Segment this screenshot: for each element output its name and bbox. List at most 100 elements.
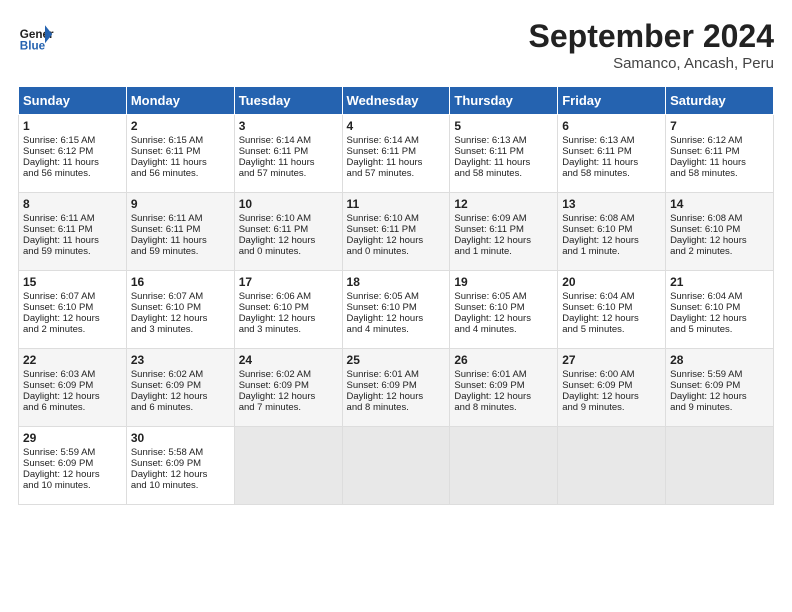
day-number: 2 (131, 119, 230, 133)
day-info: Daylight: 12 hours (23, 469, 122, 480)
day-info: Sunset: 6:11 PM (670, 146, 769, 157)
day-number: 25 (347, 353, 446, 367)
day-info: Daylight: 12 hours (347, 313, 446, 324)
table-cell: 16Sunrise: 6:07 AMSunset: 6:10 PMDayligh… (126, 271, 234, 349)
table-cell: 2Sunrise: 6:15 AMSunset: 6:11 PMDaylight… (126, 115, 234, 193)
day-info: Daylight: 12 hours (23, 313, 122, 324)
day-info: Daylight: 12 hours (23, 391, 122, 402)
day-info: and 59 minutes. (23, 246, 122, 257)
day-info: Daylight: 12 hours (562, 391, 661, 402)
day-info: Sunrise: 6:00 AM (562, 369, 661, 380)
table-cell (234, 427, 342, 505)
day-info: Sunset: 6:10 PM (239, 302, 338, 313)
month-title: September 2024 (529, 18, 774, 55)
day-number: 20 (562, 275, 661, 289)
day-info: Daylight: 11 hours (562, 157, 661, 168)
day-info: Sunrise: 6:08 AM (562, 213, 661, 224)
page: General Blue September 2024 Samanco, Anc… (0, 0, 792, 612)
day-info: and 6 minutes. (131, 402, 230, 413)
day-info: Sunrise: 6:02 AM (239, 369, 338, 380)
day-number: 28 (670, 353, 769, 367)
table-cell: 7Sunrise: 6:12 AMSunset: 6:11 PMDaylight… (666, 115, 774, 193)
day-info: Sunset: 6:11 PM (131, 146, 230, 157)
day-info: Sunrise: 6:04 AM (670, 291, 769, 302)
day-info: and 10 minutes. (131, 480, 230, 491)
day-info: Sunrise: 5:59 AM (670, 369, 769, 380)
col-friday: Friday (558, 87, 666, 115)
day-info: Sunset: 6:09 PM (23, 458, 122, 469)
day-info: and 0 minutes. (239, 246, 338, 257)
day-info: and 5 minutes. (562, 324, 661, 335)
day-info: Sunset: 6:11 PM (347, 224, 446, 235)
day-info: Sunset: 6:09 PM (131, 380, 230, 391)
day-info: Sunset: 6:10 PM (670, 224, 769, 235)
table-cell: 24Sunrise: 6:02 AMSunset: 6:09 PMDayligh… (234, 349, 342, 427)
day-number: 23 (131, 353, 230, 367)
day-info: Sunset: 6:11 PM (454, 146, 553, 157)
table-cell (666, 427, 774, 505)
day-info: Sunrise: 5:59 AM (23, 447, 122, 458)
day-info: Sunrise: 6:11 AM (131, 213, 230, 224)
table-cell: 21 Sunrise: 6:04 AMSunset: 6:10 PMDayligh… (666, 271, 774, 349)
day-info: Daylight: 12 hours (670, 313, 769, 324)
table-cell: 19Sunrise: 6:05 AMSunset: 6:10 PMDayligh… (450, 271, 558, 349)
table-cell: 29 Sunrise: 5:59 AMSunset: 6:09 PMDayligh… (19, 427, 127, 505)
day-info: Sunset: 6:11 PM (23, 224, 122, 235)
title-block: September 2024 Samanco, Ancash, Peru (529, 18, 774, 72)
table-cell: 12Sunrise: 6:09 AMSunset: 6:11 PMDayligh… (450, 193, 558, 271)
day-info: Sunset: 6:11 PM (347, 146, 446, 157)
table-cell: 14Sunrise: 6:08 AMSunset: 6:10 PMDayligh… (666, 193, 774, 271)
table-cell: 20Sunrise: 6:04 AMSunset: 6:10 PMDayligh… (558, 271, 666, 349)
day-info: Sunrise: 6:09 AM (454, 213, 553, 224)
day-info: Daylight: 12 hours (454, 391, 553, 402)
day-info: Daylight: 12 hours (670, 235, 769, 246)
table-cell: 6Sunrise: 6:13 AMSunset: 6:11 PMDaylight… (558, 115, 666, 193)
day-info: Daylight: 11 hours (131, 157, 230, 168)
day-number: 6 (562, 119, 661, 133)
col-monday: Monday (126, 87, 234, 115)
col-tuesday: Tuesday (234, 87, 342, 115)
day-info: and 0 minutes. (347, 246, 446, 257)
day-info: Sunset: 6:10 PM (562, 302, 661, 313)
day-info: Sunrise: 6:01 AM (454, 369, 553, 380)
day-info: Sunrise: 6:02 AM (131, 369, 230, 380)
day-info: and 3 minutes. (131, 324, 230, 335)
day-info: Sunset: 6:09 PM (454, 380, 553, 391)
day-info: Sunrise: 6:07 AM (131, 291, 230, 302)
day-number: 21 (670, 275, 769, 289)
day-info: Sunset: 6:09 PM (131, 458, 230, 469)
day-info: Daylight: 11 hours (454, 157, 553, 168)
day-info: Daylight: 11 hours (239, 157, 338, 168)
day-info: and 58 minutes. (454, 168, 553, 179)
day-info: Sunrise: 6:15 AM (23, 135, 122, 146)
day-info: Sunset: 6:09 PM (562, 380, 661, 391)
day-info: Sunset: 6:09 PM (347, 380, 446, 391)
day-info: and 1 minute. (454, 246, 553, 257)
col-wednesday: Wednesday (342, 87, 450, 115)
header: General Blue September 2024 Samanco, Anc… (18, 18, 774, 72)
day-number: 24 (239, 353, 338, 367)
day-info: and 10 minutes. (23, 480, 122, 491)
table-cell: 10Sunrise: 6:10 AMSunset: 6:11 PMDayligh… (234, 193, 342, 271)
table-cell: 15Sunrise: 6:07 AMSunset: 6:10 PMDayligh… (19, 271, 127, 349)
day-info: and 9 minutes. (562, 402, 661, 413)
day-info: Sunrise: 6:06 AM (239, 291, 338, 302)
day-info: Daylight: 12 hours (454, 313, 553, 324)
day-number: 29 (23, 431, 122, 445)
day-info: and 5 minutes. (670, 324, 769, 335)
day-info: and 8 minutes. (454, 402, 553, 413)
day-info: Sunset: 6:10 PM (670, 302, 769, 313)
day-info: Sunset: 6:12 PM (23, 146, 122, 157)
day-info: Sunrise: 6:13 AM (562, 135, 661, 146)
day-number: 8 (23, 197, 122, 211)
table-cell: 28Sunrise: 5:59 AMSunset: 6:09 PMDayligh… (666, 349, 774, 427)
table-cell: 11Sunrise: 6:10 AMSunset: 6:11 PMDayligh… (342, 193, 450, 271)
day-info: Sunrise: 6:11 AM (23, 213, 122, 224)
day-info: Daylight: 12 hours (239, 391, 338, 402)
day-number: 10 (239, 197, 338, 211)
day-info: Sunrise: 6:01 AM (347, 369, 446, 380)
day-info: and 9 minutes. (670, 402, 769, 413)
day-info: Sunset: 6:10 PM (23, 302, 122, 313)
table-cell: 23Sunrise: 6:02 AMSunset: 6:09 PMDayligh… (126, 349, 234, 427)
day-info: and 7 minutes. (239, 402, 338, 413)
